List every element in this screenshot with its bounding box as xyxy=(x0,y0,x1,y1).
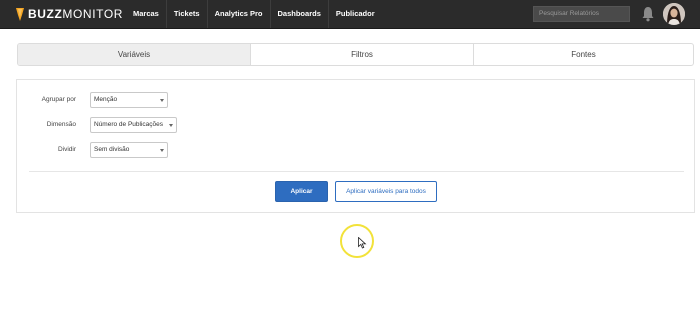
chevron-down-icon xyxy=(169,124,173,127)
tab-fontes[interactable]: Fontes xyxy=(474,44,693,65)
nav-item-dashboards[interactable]: Dashboards xyxy=(271,0,329,28)
chevron-down-icon xyxy=(160,149,164,152)
user-avatar[interactable] xyxy=(663,3,685,25)
bell-icon[interactable] xyxy=(641,6,655,22)
divider xyxy=(29,171,684,172)
mouse-cursor-icon xyxy=(358,237,367,249)
dimensao-label: Dimensão xyxy=(46,121,76,128)
form-row-dividir: Dividir Sem divisão xyxy=(17,142,696,159)
dividir-value: Sem divisão xyxy=(94,146,130,153)
dimensao-value: Número de Publicações xyxy=(94,121,164,128)
agrupar-por-label: Agrupar por xyxy=(41,96,76,103)
tab-filtros[interactable]: Filtros xyxy=(251,44,474,65)
apply-all-button[interactable]: Aplicar variáveis para todos xyxy=(335,181,437,202)
dividir-select[interactable]: Sem divisão xyxy=(90,142,168,158)
logo-flame-icon xyxy=(16,8,24,21)
settings-tabs: Variáveis Filtros Fontes xyxy=(17,43,694,66)
buzzmonitor-logo[interactable]: BUZZMONITOR xyxy=(15,7,123,22)
logo-text: BUZZMONITOR xyxy=(28,7,124,21)
nav-item-publicador[interactable]: Publicador xyxy=(329,0,382,28)
apply-button[interactable]: Aplicar xyxy=(275,181,328,202)
main-nav: Marcas Tickets Analytics Pro Dashboards … xyxy=(126,0,382,28)
dimensao-select[interactable]: Número de Publicações xyxy=(90,117,177,133)
avatar-photo-icon xyxy=(663,3,685,25)
nav-item-analytics-pro[interactable]: Analytics Pro xyxy=(208,0,271,28)
agrupar-por-value: Menção xyxy=(94,96,118,103)
dividir-label: Dividir xyxy=(57,146,76,153)
form-row-agrupar-por: Agrupar por Menção xyxy=(17,92,696,109)
nav-item-marcas[interactable]: Marcas xyxy=(126,0,167,28)
agrupar-por-select[interactable]: Menção xyxy=(90,92,168,108)
click-highlight-ring xyxy=(340,224,374,258)
variables-panel: Agrupar por Menção Dimensão Número de Pu… xyxy=(16,79,695,213)
chevron-down-icon xyxy=(160,99,164,102)
form-row-dimensao: Dimensão Número de Publicações xyxy=(17,117,696,134)
tab-variaveis[interactable]: Variáveis xyxy=(18,44,251,65)
top-navigation-bar: BUZZMONITOR Marcas Tickets Analytics Pro… xyxy=(0,0,700,29)
search-reports-input[interactable]: Pesquisar Relatórios xyxy=(533,6,630,22)
nav-item-tickets[interactable]: Tickets xyxy=(167,0,208,28)
